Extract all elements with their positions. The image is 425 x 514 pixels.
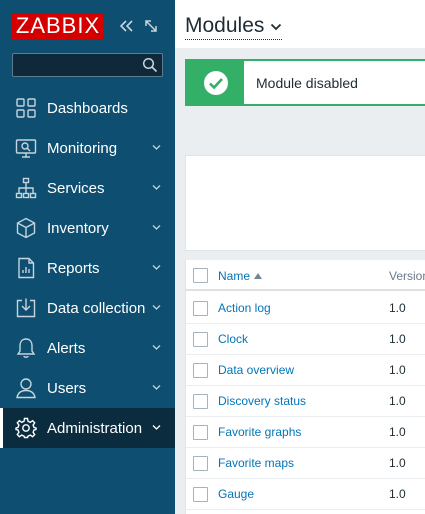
- module-version: 1.0: [389, 394, 406, 408]
- search-box: [12, 53, 163, 77]
- menu-item-services[interactable]: Services: [0, 168, 175, 208]
- sort-asc-icon: [254, 273, 263, 279]
- table-row: Clock 1.0: [186, 324, 425, 355]
- chevron-down-icon: [152, 385, 161, 390]
- zabbix-logo[interactable]: ZABBIX: [12, 13, 104, 39]
- chevron-down-icon: [152, 265, 161, 270]
- menu-label: Alerts: [47, 340, 86, 357]
- row-checkbox[interactable]: [193, 332, 208, 347]
- table-row: Action log 1.0: [186, 293, 425, 324]
- page-header: Modules: [175, 0, 425, 48]
- module-name-link[interactable]: Discovery status: [218, 394, 306, 408]
- kiosk-mode-icon[interactable]: [143, 18, 159, 34]
- module-version: 1.0: [389, 363, 406, 377]
- chevron-down-icon: [152, 225, 161, 230]
- module-name-link[interactable]: Action log: [218, 301, 271, 315]
- gear-icon: [15, 417, 37, 439]
- logo-row: ZABBIX: [0, 0, 175, 52]
- menu-label: Monitoring: [47, 140, 118, 157]
- module-name-link[interactable]: Gauge: [218, 487, 254, 501]
- page-title: Modules: [185, 14, 265, 37]
- alerts-icon: [15, 337, 37, 359]
- search-icon[interactable]: [142, 57, 158, 73]
- chevron-down-icon: [152, 185, 161, 190]
- menu-label: Services: [47, 180, 105, 197]
- main-menu: Dashboards Monitoring Services Inventory: [0, 88, 175, 448]
- table-row: Favorite graphs 1.0: [186, 417, 425, 448]
- search-input[interactable]: [13, 54, 139, 76]
- menu-item-data-collection[interactable]: Data collection: [0, 288, 175, 328]
- inventory-icon: [15, 217, 37, 239]
- row-checkbox[interactable]: [193, 394, 208, 409]
- menu-item-alerts[interactable]: Alerts: [0, 328, 175, 368]
- column-label: Name: [218, 269, 251, 283]
- table-row: Data overview 1.0: [186, 355, 425, 386]
- menu-item-reports[interactable]: Reports: [0, 248, 175, 288]
- menu-label: Administration: [47, 420, 143, 437]
- row-checkbox[interactable]: [193, 487, 208, 502]
- module-version: 1.0: [389, 456, 406, 470]
- menu-label: Users: [47, 380, 87, 397]
- services-icon: [15, 177, 37, 199]
- table-header: Name Version: [186, 260, 425, 291]
- chevron-down-icon: [152, 145, 161, 150]
- menu-label: Dashboards: [47, 100, 128, 117]
- chevron-down-icon: [271, 23, 282, 31]
- collapse-sidebar-icon[interactable]: [119, 18, 135, 34]
- message-icon-box: [187, 61, 244, 104]
- dashboards-icon: [15, 97, 37, 119]
- filter-panel: [185, 155, 425, 251]
- menu-item-users[interactable]: Users: [0, 368, 175, 408]
- table-row: Gauge 1.0: [186, 479, 425, 510]
- sidebar: ZABBIX Dashboards Monitoring Services In…: [0, 0, 175, 514]
- menu-label: Data collection: [47, 300, 146, 317]
- users-icon: [15, 377, 37, 399]
- column-header-version: Version: [389, 269, 425, 283]
- menu-label: Reports: [47, 260, 100, 277]
- row-checkbox[interactable]: [193, 425, 208, 440]
- chevron-down-icon: [152, 305, 161, 310]
- menu-item-dashboards[interactable]: Dashboards: [0, 88, 175, 128]
- chevron-down-icon: [152, 345, 161, 350]
- menu-label: Inventory: [47, 220, 109, 237]
- reports-icon: [15, 257, 37, 279]
- row-checkbox[interactable]: [193, 301, 208, 316]
- data-collection-icon: [15, 297, 37, 319]
- module-name-link[interactable]: Clock: [218, 332, 248, 346]
- table-row: Favorite maps 1.0: [186, 448, 425, 479]
- select-all-checkbox[interactable]: [193, 268, 208, 283]
- module-name-link[interactable]: Favorite graphs: [218, 425, 301, 439]
- module-version: 1.0: [389, 332, 406, 346]
- module-version: 1.0: [389, 425, 406, 439]
- check-circle-icon: [203, 70, 229, 96]
- module-name-link[interactable]: Favorite maps: [218, 456, 294, 470]
- column-header-name[interactable]: Name: [218, 269, 263, 283]
- menu-item-inventory[interactable]: Inventory: [0, 208, 175, 248]
- row-checkbox[interactable]: [193, 456, 208, 471]
- modules-table: Name Version Action log 1.0 Clock 1.0 Da…: [185, 260, 425, 514]
- menu-item-monitoring[interactable]: Monitoring: [0, 128, 175, 168]
- table-row: Discovery status 1.0: [186, 386, 425, 417]
- monitoring-icon: [15, 137, 37, 159]
- module-version: 1.0: [389, 487, 406, 501]
- row-checkbox[interactable]: [193, 363, 208, 378]
- chevron-down-icon: [152, 425, 161, 430]
- success-message: Module disabled: [185, 59, 425, 106]
- menu-item-administration[interactable]: Administration: [0, 408, 175, 448]
- module-name-link[interactable]: Data overview: [218, 363, 294, 377]
- module-version: 1.0: [389, 301, 406, 315]
- message-text: Module disabled: [256, 75, 358, 91]
- page-title-dropdown[interactable]: Modules: [185, 14, 283, 40]
